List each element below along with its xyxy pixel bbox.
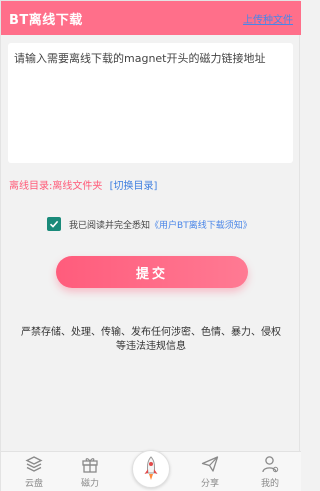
agreement-link[interactable]: 《用户BT离线下载须知》 [150,218,252,231]
stack-icon [25,456,43,472]
rocket-icon [144,456,158,480]
notice-line-2: 等违法违规信息 [116,341,186,352]
directory-label: 离线目录:离线文件夹 [9,181,103,192]
agreement-text: 我已阅读并完全悉知 [69,220,151,231]
notice-line-1: 严禁存储、处理、传输、发布任何涉密、色情、暴力、侵权 [21,327,281,338]
agreement-checkbox[interactable] [47,217,61,231]
legal-notice: 严禁存储、处理、传输、发布任何涉密、色情、暴力、侵权 等违法违规信息 [11,326,291,354]
nav-label-cloud: 云盘 [24,479,43,489]
gift-icon [82,458,98,473]
top-bar: BT离线下载 上传种文件 [1,1,301,35]
app-window: BT离线下载 上传种文件 请输入需要离线下载的magnet开头的磁力链接地址 离… [0,0,301,491]
directory-line: 离线目录:离线文件夹 [切换目录] [9,177,157,192]
nav-label-share: 分享 [200,479,219,489]
user-icon [262,456,279,473]
nav-item-share[interactable]: 分享 [185,454,235,489]
paper-plane-icon [201,456,219,472]
upload-torrent-link[interactable]: 上传种文件 [243,11,293,26]
nav-item-magnet[interactable]: 磁力 [65,454,115,489]
nav-label-mine: 我的 [260,479,279,489]
bt-download-center-button[interactable] [132,450,170,488]
agreement-row: 我已阅读并完全悉知 《用户BT离线下载须知》 [47,217,252,231]
page-title: BT离线下载 [9,13,83,28]
nav-item-mine[interactable]: 我的 [245,454,295,489]
nav-label-magnet: 磁力 [80,479,99,489]
check-icon [49,220,59,228]
submit-button[interactable]: 提交 [56,256,248,288]
nav-item-cloud[interactable]: 云盘 [9,454,59,489]
switch-directory-link[interactable]: [切换目录] [110,181,158,192]
magnet-link-input[interactable]: 请输入需要离线下载的magnet开头的磁力链接地址 [8,43,293,163]
input-placeholder: 请输入需要离线下载的magnet开头的磁力链接地址 [14,52,266,65]
